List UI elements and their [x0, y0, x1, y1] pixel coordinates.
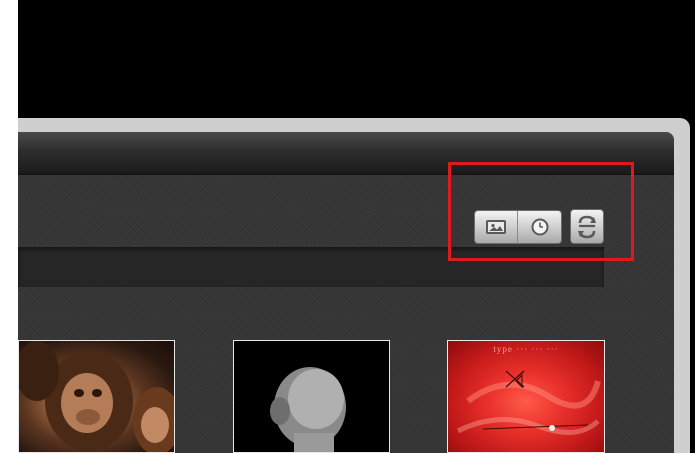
clock-icon — [531, 218, 548, 236]
search-bar[interactable] — [18, 247, 604, 287]
photo-view-button[interactable] — [474, 210, 518, 244]
view-mode-toggle — [474, 210, 562, 244]
refresh-button[interactable] — [570, 209, 604, 244]
refresh-icon — [578, 215, 596, 238]
left-edge — [0, 0, 18, 453]
monkey-photo — [270, 367, 346, 452]
thumbnail-orangutan[interactable] — [18, 340, 175, 453]
thumbnail-red-cover[interactable]: type ··· ··· ··· — [447, 340, 605, 453]
red-album-cover — [456, 370, 601, 435]
timeline-view-button[interactable] — [518, 210, 562, 244]
title-bar — [18, 132, 674, 175]
photo-icon — [486, 220, 506, 234]
thumbnail-monkey[interactable] — [233, 340, 390, 453]
orangutan-photo — [19, 341, 174, 452]
screen: type ··· ··· ··· — [0, 0, 695, 453]
